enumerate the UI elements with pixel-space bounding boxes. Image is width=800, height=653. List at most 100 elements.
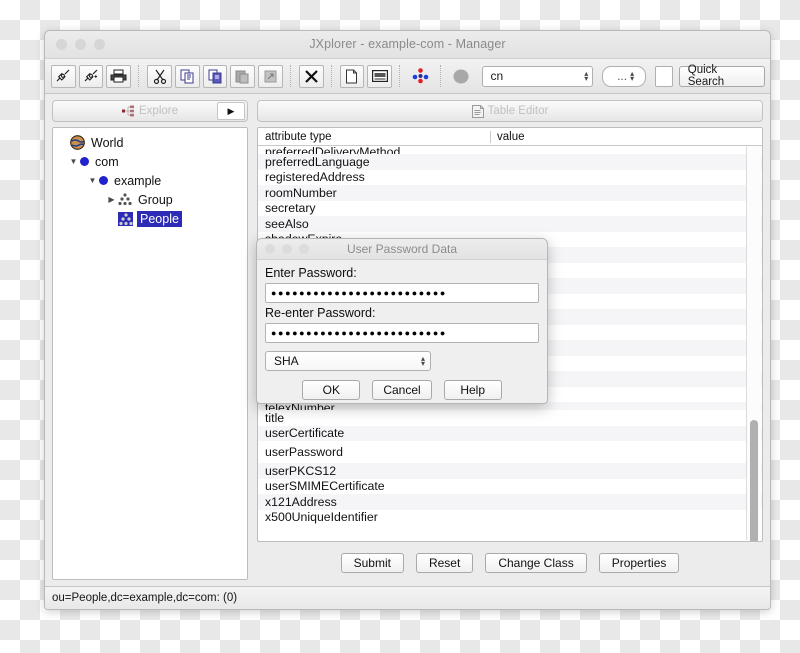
tree-item-group[interactable]: ▶ Group	[53, 190, 247, 209]
tab-table-editor[interactable]: Table Editor	[257, 100, 763, 122]
change-class-button[interactable]: Change Class	[485, 553, 587, 573]
table-row[interactable]: secretary	[258, 201, 762, 217]
action-buttons: Submit Reset Change Class Properties	[257, 546, 763, 580]
delete-icon[interactable]	[298, 64, 324, 88]
print-glyph	[110, 69, 127, 83]
attribute-type-cell: seeAlso	[265, 216, 309, 231]
table-row[interactable]: userCertificate	[258, 425, 762, 441]
expand-tree-button[interactable]: ▶	[217, 102, 245, 120]
disconnect-icon[interactable]	[78, 64, 104, 88]
table-row[interactable]: preferredDeliveryMethod	[258, 146, 762, 154]
status-bar-text: ou=People,dc=example,dc=com: (0)	[52, 592, 238, 604]
refresh-tree-icon[interactable]	[408, 65, 433, 88]
cancel-button[interactable]: Cancel	[372, 380, 432, 400]
status-bar: ou=People,dc=example,dc=com: (0)	[45, 586, 770, 609]
maximize-button[interactable]	[94, 39, 105, 50]
attribute-type-cell: userSMIMECertificate	[265, 479, 385, 494]
table-row[interactable]: x500UniqueIdentifier	[258, 510, 762, 526]
connect-icon[interactable]	[51, 64, 76, 88]
attribute-type-cell: userPassword	[265, 445, 343, 459]
column-header-value[interactable]: value	[490, 130, 762, 143]
table-row[interactable]: registeredAddress	[258, 170, 762, 186]
tree-item-people[interactable]: People	[53, 209, 247, 228]
rename-icon[interactable]	[367, 64, 393, 88]
ok-button[interactable]: OK	[302, 380, 361, 400]
window-controls	[56, 39, 105, 50]
table-row[interactable]: userSMIMECertificate	[258, 479, 762, 495]
column-header-attribute-type[interactable]: attribute type	[258, 131, 490, 143]
attributes-scrollbar[interactable]	[746, 146, 761, 541]
dialog-minimize-button[interactable]	[282, 244, 292, 254]
rename-glyph	[371, 70, 388, 82]
copy-dn-icon[interactable]	[202, 64, 228, 88]
attribute-type-cell: userCertificate	[265, 426, 345, 441]
reenter-password-label: Re-enter Password:	[265, 306, 376, 320]
reenter-password-input[interactable]: ●●●●●●●●●●●●●●●●●●●●●●●●●	[265, 323, 539, 343]
table-row[interactable]: roomNumber	[258, 185, 762, 201]
close-button[interactable]	[56, 39, 67, 50]
disconnect-glyph	[84, 69, 98, 81]
ou-icon	[118, 193, 132, 206]
connect-glyph	[56, 69, 70, 81]
copy-icon[interactable]	[174, 64, 200, 88]
help-button[interactable]: Help	[443, 380, 502, 400]
window-title: JXplorer - example-com - Manager	[309, 37, 506, 51]
dialog-body: Enter Password: ●●●●●●●●●●●●●●●●●●●●●●●●…	[257, 260, 547, 400]
attribute-type-cell: roomNumber	[265, 185, 337, 200]
properties-button[interactable]: Properties	[598, 553, 680, 573]
hash-algorithm-value: SHA	[274, 354, 299, 368]
tree-twisty[interactable]: ▼	[86, 176, 99, 185]
tree-item-example[interactable]: ▼ example	[53, 171, 247, 190]
quick-search-button[interactable]: Quick Search	[678, 64, 765, 88]
tree-item-label: example	[114, 173, 162, 188]
reset-button[interactable]: Reset	[415, 553, 474, 573]
hash-algorithm-select[interactable]: SHA ▴ ▾	[265, 351, 431, 371]
stop-icon[interactable]	[449, 65, 474, 88]
filter-combo-value: ...	[617, 69, 628, 83]
attribute-type-cell: registeredAddress	[265, 170, 365, 185]
x-glyph	[304, 69, 318, 83]
dialog-titlebar[interactable]: User Password Data	[257, 239, 547, 260]
table-row[interactable]: title	[258, 410, 762, 426]
toolbar-separator	[289, 65, 292, 87]
table-row[interactable]: userPassword	[258, 441, 762, 463]
table-row[interactable]: seeAlso	[258, 216, 762, 232]
cut-icon[interactable]	[147, 64, 172, 88]
minimize-button[interactable]	[75, 39, 86, 50]
document-glyph	[346, 69, 358, 83]
scrollbar-thumb[interactable]	[750, 420, 758, 541]
user-password-dialog: User Password Data Enter Password: ●●●●●…	[256, 238, 548, 404]
tree-twisty[interactable]: ▶	[105, 195, 118, 204]
paste-alias-icon[interactable]	[258, 64, 283, 88]
print-icon[interactable]	[106, 64, 132, 88]
dialog-buttons: OK Cancel Help	[265, 380, 539, 400]
search-input[interactable]	[654, 65, 673, 87]
table-row[interactable]: userPKCS12	[258, 463, 762, 479]
filter-combo[interactable]: ... ▴ ▾	[602, 65, 646, 87]
attribute-type-cell: x500UniqueIdentifier	[265, 510, 378, 525]
table-row[interactable]: x121Address	[258, 494, 762, 510]
tree-twisty[interactable]: ▼	[67, 157, 80, 166]
dialog-maximize-button[interactable]	[299, 244, 309, 254]
copy-dn-glyph	[208, 69, 222, 83]
tree-item-label-selected: People	[137, 210, 182, 227]
tree-item-com[interactable]: ▼ com	[53, 152, 247, 171]
main-toolbar: cn ▴ ▾ ... ▴ ▾ Quick Search	[45, 59, 770, 94]
dialog-close-button[interactable]	[265, 244, 275, 254]
ou-icon	[118, 211, 133, 226]
toolbar-separator	[439, 65, 442, 87]
attribute-type-cell: userPKCS12	[265, 463, 337, 478]
tree-item-world[interactable]: World	[53, 133, 247, 152]
new-entry-icon[interactable]	[339, 64, 365, 88]
table-row[interactable]: preferredLanguage	[258, 154, 762, 170]
paste-icon[interactable]	[230, 64, 256, 88]
refresh-tree-glyph	[412, 68, 429, 84]
submit-button[interactable]: Submit	[340, 553, 404, 573]
window-titlebar[interactable]: JXplorer - example-com - Manager	[45, 31, 770, 59]
tab-explore[interactable]: Explore ▶	[52, 100, 248, 122]
attribute-type-cell: secretary	[265, 201, 316, 216]
directory-tree[interactable]: World ▼ com ▼ example ▶ Group People	[52, 127, 248, 580]
enter-password-input[interactable]: ●●●●●●●●●●●●●●●●●●●●●●●●●	[265, 283, 539, 303]
attribute-type-value: cn	[490, 69, 504, 83]
attribute-type-combo[interactable]: cn ▴ ▾	[482, 65, 594, 87]
